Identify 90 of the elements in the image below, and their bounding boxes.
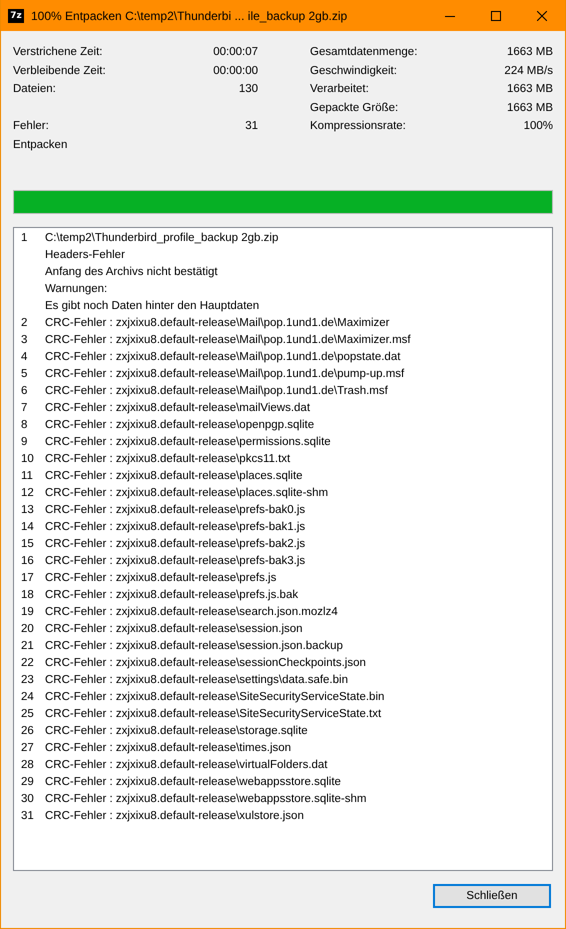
stat-label: Verstrichene Zeit: (13, 46, 102, 58)
stat-label: Kompressionsrate: (310, 120, 406, 132)
message-text: Anfang des Archivs nicht bestätigt (45, 264, 219, 280)
message-text: CRC-Fehler : zxjxixu8.default-release\storage.sqlite (45, 724, 308, 738)
message-text: CRC-Fehler : zxjxixu8.default-release\search.json.mozlz4 (45, 604, 338, 620)
stat-value: 1663 MB (506, 83, 553, 96)
close-dialog-button[interactable]: Schließen (433, 884, 551, 908)
message-text: CRC-Fehler : zxjxixu8.default-release\prefs.js.bak (45, 588, 298, 602)
message-number: 4 (21, 350, 28, 364)
message-number: 8 (21, 418, 28, 432)
message-text: CRC-Fehler : zxjxixu8.default-release\prefs.js (45, 570, 276, 586)
message-text: Headers-Fehler (45, 248, 126, 262)
message-text: CRC-Fehler : zxjxixu8.default-release\times.json (45, 740, 292, 756)
app-icon: 7z (9, 10, 23, 22)
message-text: CRC-Fehler : zxjxixu8.default-release\Mail\pop.1und1.de\popstate.dat (45, 350, 400, 364)
message-text: CRC-Fehler : zxjxixu8.default-release\prefs-bak1.js (45, 520, 306, 534)
message-number: 28 (21, 758, 35, 772)
message-text: CRC-Fehler : zxjxixu8.default-release\Mail\pop.1und1.de\Maximizer (45, 316, 390, 330)
close-icon (537, 10, 547, 20)
stat-label: Geschwindigkeit: (310, 64, 397, 77)
message-number: 23 (21, 672, 35, 688)
message-text: CRC-Fehler : zxjxixu8.default-release\SiteSecurityServiceState.txt (45, 706, 382, 722)
message-number: 11 (21, 468, 34, 484)
message-number: 13 (21, 502, 35, 518)
stat-value: 130 (238, 83, 258, 96)
message-text: CRC-Fehler : zxjxixu8.default-release\session.json.backup (45, 638, 343, 654)
stat-label: Fehler: (13, 120, 49, 132)
stat-label: Gepackte Größe: (310, 102, 398, 114)
message-number: 26 (21, 724, 35, 738)
stat-value: 100% (524, 120, 553, 132)
stat-value: 00:00:00 (213, 64, 258, 77)
message-number: 2 (21, 316, 28, 330)
message-text: CRC-Fehler : zxjxixu8.default-release\places.sqlite-shm (45, 486, 328, 500)
message-number: 22 (21, 656, 35, 670)
message-number: 19 (21, 604, 35, 620)
stat-value: 31 (245, 120, 258, 132)
message-number: 12 (21, 486, 35, 500)
message-number: 27 (21, 740, 35, 756)
message-number: 31 (21, 808, 35, 824)
stat-value: 1663 MB (506, 102, 553, 114)
message-number: 16 (21, 554, 35, 568)
message-number: 7 (21, 400, 28, 416)
stat-label: Verbleibende Zeit: (13, 64, 106, 77)
message-text: CRC-Fehler : zxjxixu8.default-release\Mail\pop.1und1.de\Maximizer.msf (45, 332, 411, 348)
operation-label: Entpacken (13, 138, 68, 150)
message-number: 1 (21, 230, 28, 246)
message-text: CRC-Fehler : zxjxixu8.default-release\SiteSecurityServiceState.bin (45, 690, 384, 704)
stat-label: Verarbeitet: (310, 83, 369, 96)
message-number: 30 (21, 792, 35, 806)
message-number: 14 (21, 520, 35, 534)
maximize-icon (491, 10, 501, 20)
message-text: CRC-Fehler : zxjxixu8.default-release\Mail\pop.1und1.de\Trash.msf (45, 384, 388, 398)
message-text: CRC-Fehler : zxjxixu8.default-release\session.json (45, 622, 303, 636)
message-number: 17 (21, 570, 35, 586)
stat-label: Dateien: (13, 83, 56, 96)
message-number: 25 (21, 706, 35, 722)
message-text: C:\temp2\Thunderbird_profile_backup 2gb.zip (45, 230, 278, 246)
message-number: 9 (21, 434, 28, 450)
message-number: 24 (21, 690, 35, 704)
message-text: CRC-Fehler : zxjxixu8.default-release\prefs-bak3.js (45, 554, 306, 568)
message-text: CRC-Fehler : zxjxixu8.default-release\pkcs11.txt (45, 452, 290, 466)
message-text: CRC-Fehler : zxjxixu8.default-release\xulstore.json (45, 808, 304, 824)
stat-label: Gesamtdatenmenge: (310, 46, 418, 58)
message-text: Warnungen: (45, 282, 108, 296)
message-text: CRC-Fehler : zxjxixu8.default-release\permissions.sqlite (45, 434, 331, 450)
message-text: CRC-Fehler : zxjxixu8.default-release\openpgp.sqlite (45, 418, 314, 432)
message-number: 6 (21, 384, 28, 398)
stat-value: 00:00:07 (213, 46, 258, 58)
message-number: 3 (21, 332, 28, 348)
message-text: CRC-Fehler : zxjxixu8.default-release\places.sqlite (45, 468, 303, 484)
message-number: 15 (21, 536, 35, 552)
message-number: 21 (21, 638, 35, 654)
window-title: 100% Entpacken C:\temp2\Thunderbi ... ile_backup 2gb.zip (31, 8, 348, 22)
message-number: 29 (21, 774, 35, 790)
message-text: CRC-Fehler : zxjxixu8.default-release\webappsstore.sqlite (45, 774, 341, 790)
message-text: CRC-Fehler : zxjxixu8.default-release\mailViews.dat (45, 400, 310, 416)
message-text: CRC-Fehler : zxjxixu8.default-release\Mail\pop.1und1.de\pump-up.msf (45, 366, 404, 382)
message-text: CRC-Fehler : zxjxixu8.default-release\virtualFolders.dat (45, 758, 328, 772)
message-number: 20 (21, 622, 35, 636)
message-text: Es gibt noch Daten hinter den Hauptdaten (45, 298, 260, 314)
stat-value: 224 MB/s (504, 64, 553, 77)
message-text: CRC-Fehler : zxjxixu8.default-release\webappsstore.sqlite-shm (45, 792, 366, 806)
message-text: CRC-Fehler : zxjxixu8.default-release\settings\data.safe.bin (45, 672, 348, 688)
message-number: 5 (21, 366, 28, 382)
message-text: CRC-Fehler : zxjxixu8.default-release\sessionCheckpoints.json (45, 656, 366, 670)
message-text: CRC-Fehler : zxjxixu8.default-release\prefs-bak0.js (45, 502, 306, 518)
stat-value: 1663 MB (506, 46, 553, 58)
message-number: 10 (21, 452, 35, 466)
message-text: CRC-Fehler : zxjxixu8.default-release\prefs-bak2.js (45, 536, 306, 552)
message-number: 18 (21, 588, 35, 602)
